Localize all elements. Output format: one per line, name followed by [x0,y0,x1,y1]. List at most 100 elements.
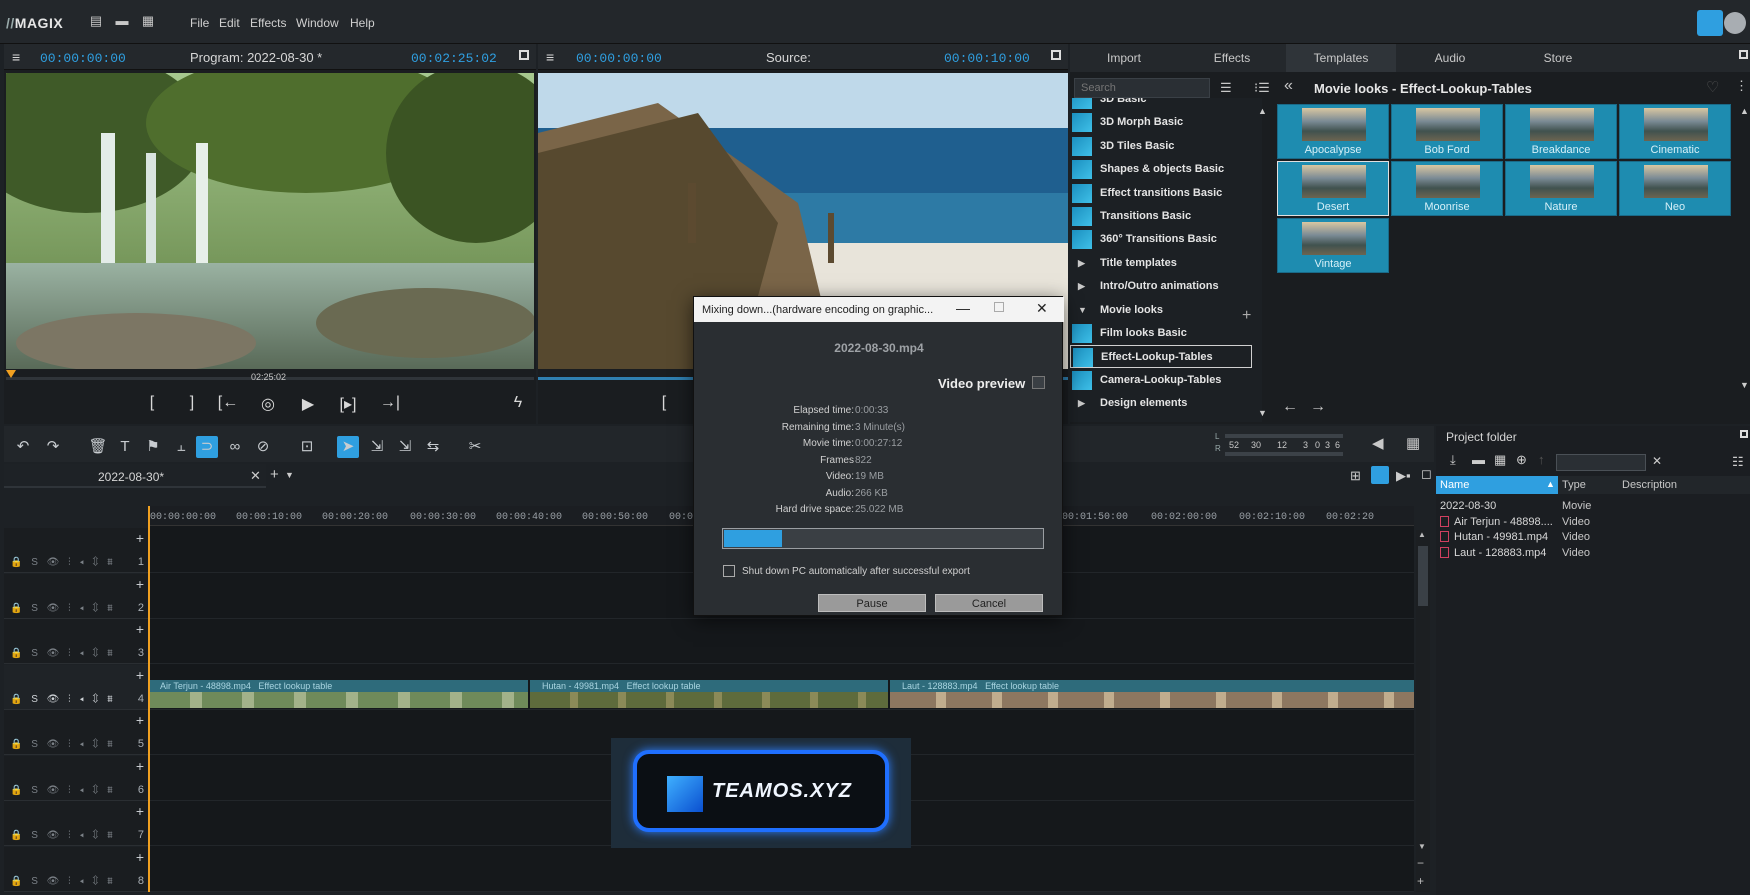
template-tile[interactable]: Nature [1505,161,1617,216]
tab-audio[interactable]: Audio [1396,44,1504,72]
new-file-icon[interactable]: ▤ [89,14,103,28]
track-header[interactable]: 🔒 S 👁 ⫶ ◂ ⇕ ⩩ 8 + [4,846,148,892]
track-header[interactable]: 🔒 S 👁 ⫶ ◂ ⇕ ⩩ 4 + [4,664,148,710]
jump-to-marker-icon[interactable]: [▸] [336,394,360,414]
tab-effects[interactable]: Effects [1178,44,1286,72]
template-tile[interactable]: Breakdance [1505,104,1617,159]
project-row[interactable]: Laut - 128883.mp4 Video [1436,545,1750,560]
title-text-icon[interactable]: T [114,436,136,458]
link-icon[interactable]: ∞ [224,436,246,458]
track-header[interactable]: 🔒 S 👁 ⫶ ◂ ⇕ ⩩ 7 + [4,801,148,846]
shutdown-checkbox[interactable] [723,565,735,577]
project-row[interactable]: 2022-08-30 Movie [1436,498,1750,513]
more-options-icon[interactable]: ⋮ [1735,78,1748,94]
add-track-icon[interactable]: + [136,849,144,865]
set-out-point-button[interactable]: ] [180,394,204,412]
mixer-icon[interactable]: ▦ [1406,434,1420,452]
save-project-icon[interactable]: ▦ [1494,452,1506,468]
timeline-maximize-icon[interactable]: ◻ [1421,466,1432,482]
source-set-in-point-button[interactable]: [ [652,394,676,412]
set-in-point-button[interactable]: [ [140,394,164,412]
tree-view-icon[interactable]: ⁝☰ [1254,80,1270,96]
category-item[interactable]: Camera-Lookup-Tables [1070,369,1252,392]
program-start-timecode[interactable]: 00:00:00:00 [40,51,126,66]
column-type[interactable]: Type [1562,479,1586,491]
clip-laut[interactable]: Laut - 128883.mp4 Effect lookup table [890,680,1414,708]
project-search-input[interactable] [1556,454,1646,471]
multi-track-tool-icon[interactable]: ⇲ [394,436,416,458]
track-controls[interactable]: 🔒 S 👁 ⫶ ◂ ⇕ ⩩ [10,785,116,796]
timeline-vertical-scrollbar[interactable]: ▲ ▼ − + [1416,530,1430,892]
save-icon[interactable]: ▦ [141,14,155,28]
import-icon[interactable]: ⤓ [1450,452,1456,468]
track-controls[interactable]: 🔒 S 👁 ⫶ ◂ ⇕ ⩩ [10,694,116,705]
add-track-icon[interactable]: + [136,758,144,774]
tab-dropdown-icon[interactable]: ▼ [285,470,294,480]
template-tile[interactable]: Apocalypse [1277,104,1389,159]
maximize-icon[interactable] [519,50,529,60]
cancel-button[interactable]: Cancel [935,594,1043,612]
collapsed-arrow-icon[interactable]: ▶ [1078,275,1085,298]
template-tile[interactable]: Cinematic [1619,104,1731,159]
add-track-icon[interactable]: + [136,621,144,637]
category-item[interactable]: Effect transitions Basic [1070,182,1252,205]
menu-file[interactable]: File [190,16,209,30]
tab-templates[interactable]: Templates [1286,44,1396,72]
track-header[interactable]: 🔒 S 👁 ⫶ ◂ ⇕ ⩩ 2 + [4,573,148,619]
nav-forward-icon[interactable]: → [1310,398,1326,416]
track-controls[interactable]: 🔒 S 👁 ⫶ ◂ ⇕ ⩩ [10,557,116,568]
category-item[interactable]: Transitions Basic [1070,205,1252,228]
insert-mode-icon[interactable]: ⊡ [296,436,318,458]
tiles-scroll-down-icon[interactable]: ▼ [1740,380,1749,390]
clip-hutan[interactable]: Hutan - 49981.mp4 Effect lookup table [530,680,888,708]
magnet-snap-icon[interactable]: ⊃ [196,436,218,458]
track-header[interactable]: 🔒 S 👁 ⫶ ◂ ⇕ ⩩ 6 + [4,755,148,801]
nav-back-icon[interactable]: ← [1282,398,1298,416]
dialog-close-icon[interactable]: ✕ [1036,300,1048,317]
category-item[interactable]: ▶ Design elements [1070,392,1252,415]
template-tile[interactable]: Neo [1619,161,1731,216]
zoom-out-icon[interactable]: − [1417,856,1424,870]
template-tile[interactable]: Vintage [1277,218,1389,273]
category-item[interactable]: Effect-Lookup-Tables [1070,345,1252,369]
category-item[interactable]: Shapes & objects Basic [1070,158,1252,181]
expanded-arrow-icon[interactable]: ▼ [1078,299,1087,322]
folder-icon[interactable]: ▬ [1472,452,1485,467]
sort-asc-icon[interactable]: ▲ [1546,479,1555,489]
pointer-tool-icon[interactable]: ➤ [337,436,359,458]
track-header[interactable]: 🔒 S 👁 ⫶ ◂ ⇕ ⩩ 3 + [4,619,148,664]
close-tab-icon[interactable]: ✕ [250,468,261,484]
tiles-scroll-up-icon[interactable]: ▲ [1740,106,1749,116]
source-start-timecode[interactable]: 00:00:00:00 [576,51,662,66]
scroll-down-icon[interactable]: ▼ [1258,408,1267,418]
jump-to-start-icon[interactable]: [← [216,394,240,412]
project-maximize-icon[interactable] [1740,430,1748,438]
redo-icon[interactable]: ↷ [42,436,64,458]
menu-help[interactable]: Help [350,16,375,30]
source-hamburger-menu-icon[interactable]: ≡ [546,49,554,65]
storyboard-view-icon[interactable]: ⊞ [1350,468,1361,484]
template-tile[interactable]: Bob Ford [1391,104,1503,159]
video-preview-checkbox[interactable] [1032,376,1045,389]
project-view-icon[interactable]: ☷ [1732,454,1744,470]
menu-effects[interactable]: Effects [250,16,286,30]
scroll-up-icon[interactable]: ▲ [1258,106,1267,116]
add-item-icon[interactable]: ⊕ [1516,452,1527,468]
ripple-tool-icon[interactable]: ⇲ [366,436,388,458]
add-track-icon[interactable]: + [136,712,144,728]
timeline-view-icon[interactable] [1371,466,1389,484]
collapsed-arrow-icon[interactable]: ▶ [1078,392,1085,415]
timeline-tab[interactable]: 2022-08-30* ✕ [4,464,266,488]
jump-to-end-icon[interactable]: →| [378,394,402,412]
track-controls[interactable]: 🔒 S 👁 ⫶ ◂ ⇕ ⩩ [10,648,116,659]
add-tab-icon[interactable]: + [270,466,279,483]
clip-air-terjun[interactable]: Air Terjun - 48898.mp4 Effect lookup tab… [150,680,528,708]
effects-toggle-button[interactable] [1697,10,1723,36]
up-arrow-icon[interactable]: ↑ [1538,452,1545,467]
category-item[interactable]: 3D Morph Basic [1070,111,1252,134]
undo-icon[interactable]: ↶ [12,436,34,458]
minimize-icon[interactable]: — [956,300,970,316]
category-item[interactable]: 3D Tiles Basic [1070,135,1252,158]
add-track-icon[interactable]: + [136,803,144,819]
tab-import[interactable]: Import [1070,44,1178,72]
